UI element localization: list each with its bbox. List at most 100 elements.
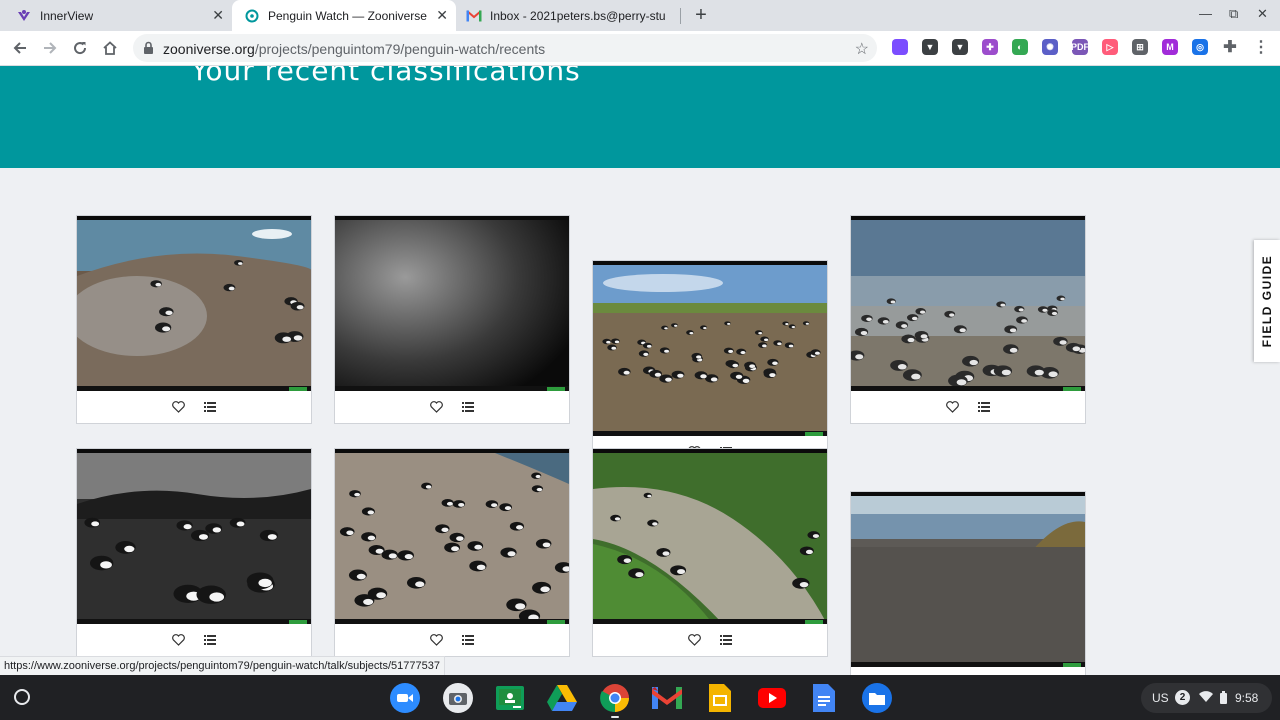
launcher-circle-icon bbox=[14, 689, 30, 705]
camera-info-bar bbox=[851, 662, 1085, 667]
classification-card bbox=[76, 215, 312, 424]
extension-1-icon[interactable] bbox=[892, 39, 908, 55]
gmail-app-icon[interactable] bbox=[652, 683, 682, 713]
add-to-collection-icon[interactable] bbox=[718, 633, 733, 648]
card-actions bbox=[335, 391, 569, 423]
zoom-app-icon[interactable] bbox=[390, 683, 420, 713]
camera-trap-image bbox=[593, 449, 827, 624]
favorite-heart-icon[interactable] bbox=[171, 633, 186, 648]
tab-innerview[interactable]: InnerView ✕ bbox=[0, 0, 232, 31]
favorite-heart-icon[interactable] bbox=[945, 400, 960, 415]
battery-icon bbox=[1220, 691, 1227, 707]
youtube-app-icon[interactable] bbox=[757, 683, 787, 713]
extension-8-icon[interactable]: ▷ bbox=[1102, 39, 1118, 55]
extension-4-icon[interactable]: ✚ bbox=[982, 39, 998, 55]
subject-thumbnail[interactable] bbox=[77, 216, 311, 391]
browser-toolbar: zooniverse.org/projects/penguintom79/pen… bbox=[0, 31, 1280, 66]
classification-card bbox=[592, 448, 828, 657]
camera-trap-image bbox=[335, 216, 569, 391]
subject-thumbnail[interactable] bbox=[77, 449, 311, 624]
forward-button[interactable] bbox=[39, 37, 61, 59]
reload-icon bbox=[74, 42, 87, 55]
subject-thumbnail[interactable] bbox=[851, 492, 1085, 667]
chrome-menu-icon[interactable]: ⋮ bbox=[1253, 39, 1269, 56]
field-guide-tab[interactable]: FIELD GUIDE bbox=[1254, 240, 1280, 362]
link-status-bubble: https://www.zooniverse.org/projects/peng… bbox=[0, 656, 445, 676]
restore-button[interactable]: ⧉ bbox=[1229, 6, 1238, 22]
subject-thumbnail[interactable] bbox=[851, 216, 1085, 391]
add-to-collection-icon[interactable] bbox=[202, 633, 217, 648]
card-actions bbox=[593, 624, 827, 656]
zooniverse-icon bbox=[244, 8, 260, 24]
tab-title: Penguin Watch — Zooniverse bbox=[268, 8, 427, 23]
extensions-puzzle-icon[interactable]: ✚ bbox=[1222, 39, 1238, 56]
favorite-heart-icon[interactable] bbox=[429, 633, 444, 648]
field-guide-label: FIELD GUIDE bbox=[1260, 254, 1274, 348]
extension-11-icon[interactable]: ◎ bbox=[1192, 39, 1208, 55]
address-bar[interactable]: zooniverse.org/projects/penguintom79/pen… bbox=[133, 34, 877, 62]
camera-trap-image bbox=[851, 492, 1085, 667]
card-actions bbox=[77, 391, 311, 423]
back-arrow-icon bbox=[13, 42, 26, 54]
favorite-heart-icon[interactable] bbox=[429, 400, 444, 415]
close-tab-icon[interactable]: ✕ bbox=[212, 8, 224, 22]
tab-separator bbox=[680, 8, 681, 24]
extension-5-icon[interactable]: ◐ bbox=[1012, 39, 1028, 55]
docs-app-icon[interactable] bbox=[809, 683, 839, 713]
bookmark-star-icon[interactable]: ☆ bbox=[855, 39, 869, 59]
innerview-icon bbox=[16, 8, 32, 24]
subject-thumbnail[interactable] bbox=[335, 449, 569, 624]
card-actions bbox=[335, 624, 569, 656]
classroom-app-icon[interactable] bbox=[495, 683, 525, 713]
tab-title: InnerView bbox=[40, 8, 94, 23]
extension-10-icon[interactable]: M bbox=[1162, 39, 1178, 55]
camera-timestamp-bar bbox=[335, 216, 569, 220]
camera-app-icon[interactable] bbox=[443, 683, 473, 713]
add-to-collection-icon[interactable] bbox=[460, 633, 475, 648]
subject-thumbnail[interactable] bbox=[593, 449, 827, 624]
camera-trap-image bbox=[335, 449, 569, 624]
add-to-collection-icon[interactable] bbox=[976, 400, 991, 415]
status-tray[interactable]: US 2 9:58 bbox=[1141, 683, 1272, 713]
url-text[interactable]: zooniverse.org/projects/penguintom79/pen… bbox=[163, 41, 545, 57]
extension-7-icon[interactable]: PDF bbox=[1071, 39, 1089, 55]
reload-button[interactable] bbox=[69, 37, 91, 59]
classification-card bbox=[334, 448, 570, 657]
classification-card bbox=[334, 215, 570, 424]
extension-2-icon[interactable]: ▼ bbox=[922, 39, 938, 55]
add-to-collection-icon[interactable] bbox=[202, 400, 217, 415]
camera-timestamp-bar bbox=[593, 449, 827, 453]
camera-info-bar bbox=[335, 619, 569, 624]
minimize-button[interactable]: — bbox=[1199, 6, 1212, 21]
extension-9-icon[interactable]: ⊞ bbox=[1132, 39, 1148, 55]
back-button[interactable] bbox=[9, 37, 31, 59]
new-tab-button[interactable]: + bbox=[690, 4, 712, 26]
close-window-button[interactable]: ✕ bbox=[1257, 6, 1268, 22]
lock-icon[interactable] bbox=[143, 41, 154, 60]
url-path: /projects/penguintom79/penguin-watch/rec… bbox=[254, 41, 546, 57]
camera-info-bar bbox=[593, 431, 827, 436]
camera-timestamp-bar bbox=[851, 492, 1085, 496]
extension-6-icon[interactable]: ✺ bbox=[1042, 39, 1058, 55]
home-icon bbox=[103, 41, 117, 55]
home-button[interactable] bbox=[99, 37, 121, 59]
subject-thumbnail[interactable] bbox=[593, 261, 827, 436]
slides-app-icon[interactable] bbox=[705, 683, 735, 713]
tab-gmail-inbox[interactable]: Inbox - 2021peters.bs@perry-stu bbox=[456, 0, 680, 31]
camera-trap-image bbox=[851, 216, 1085, 391]
extension-3-icon[interactable]: ▼ bbox=[952, 39, 968, 55]
chromeos-shelf: US 2 9:58 bbox=[0, 675, 1280, 720]
files-app-icon[interactable] bbox=[862, 683, 892, 713]
favorite-heart-icon[interactable] bbox=[687, 633, 702, 648]
favorite-heart-icon[interactable] bbox=[171, 400, 186, 415]
gmail-icon bbox=[466, 8, 482, 24]
drive-app-icon[interactable] bbox=[547, 683, 577, 713]
subject-thumbnail[interactable] bbox=[335, 216, 569, 391]
camera-timestamp-bar bbox=[335, 449, 569, 453]
chrome-app-icon[interactable] bbox=[600, 683, 630, 718]
close-tab-icon[interactable]: ✕ bbox=[436, 8, 448, 22]
tab-penguin-watch[interactable]: Penguin Watch — Zooniverse ✕ bbox=[232, 0, 456, 31]
launcher-button[interactable] bbox=[12, 687, 32, 707]
camera-info-bar bbox=[593, 619, 827, 624]
add-to-collection-icon[interactable] bbox=[460, 400, 475, 415]
